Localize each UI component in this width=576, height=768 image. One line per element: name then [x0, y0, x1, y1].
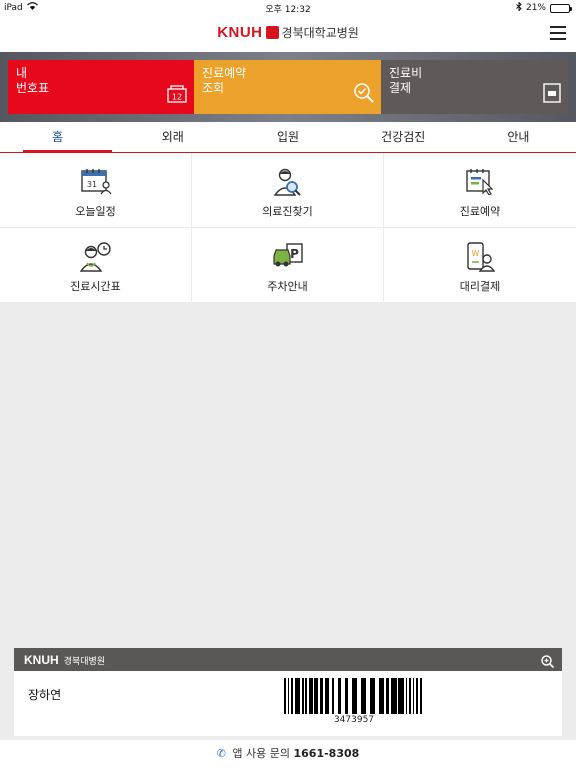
- tab-outpatient[interactable]: 외래: [115, 122, 230, 152]
- menu-label: 오늘일정: [75, 205, 116, 218]
- card-brand: KNUH 경북대병원: [24, 653, 105, 667]
- logo-ko: 경북대학교병원: [281, 26, 359, 40]
- tile-label-line1: 내: [16, 66, 28, 80]
- mobile-pay-icon: W: [465, 242, 496, 276]
- zoom-in-icon[interactable]: [541, 653, 555, 672]
- quick-menu-banner: 내 번호표 12 진료예약 조회 진료비 결제: [0, 52, 576, 122]
- card-brand-ko: 경북대병원: [63, 656, 106, 667]
- card-brand-en: KNUH: [24, 653, 59, 667]
- phone-icon: ✆: [216, 747, 226, 760]
- parking-car-icon: P: [272, 242, 304, 274]
- support-phone[interactable]: 1661-8308: [294, 747, 360, 760]
- status-bar: iPad 오후 12:32 21%: [0, 0, 576, 16]
- battery-icon: [550, 3, 572, 13]
- menu-label: 진료시간표: [70, 280, 121, 293]
- clock: 오후 12:32: [265, 5, 311, 15]
- tile-reservation-check[interactable]: 진료예약 조회: [194, 60, 381, 114]
- svg-text:31: 31: [86, 180, 96, 189]
- svg-text:P: P: [290, 247, 299, 261]
- support-footer[interactable]: ✆ 앱 사용 문의 1661-8308: [0, 740, 576, 768]
- menu-reservation[interactable]: 진료예약: [384, 153, 576, 228]
- tile-label-line2: 번호표: [16, 81, 50, 95]
- search-check-icon: [353, 82, 375, 108]
- main-tabs: 홈 외래 입원 건강검진 안내: [0, 122, 576, 153]
- tile-label-line1: 진료비: [389, 66, 423, 80]
- tile-payment[interactable]: 진료비 결제: [381, 60, 568, 114]
- reservation-icon: [465, 167, 495, 199]
- patient-name: 장하연: [28, 688, 62, 702]
- hamburger-menu-icon[interactable]: [550, 26, 566, 40]
- menu-label: 의료진찾기: [262, 205, 313, 218]
- battery-percent: 21%: [525, 3, 546, 13]
- tab-guide[interactable]: 안내: [461, 122, 576, 152]
- ticket-number-icon: 12: [166, 84, 188, 108]
- menu-label: 대리결제: [459, 280, 501, 293]
- menu-parking[interactable]: P 주차안내: [192, 228, 384, 303]
- home-menu-grid: 31 오늘일정 의료진찾기 진료예약 진료시간표 P 주차안내 W 대리결제: [0, 153, 576, 303]
- tile-label-line2: 결제: [389, 81, 412, 95]
- tab-home[interactable]: 홈: [0, 122, 115, 153]
- calendar-icon: 31: [80, 167, 112, 199]
- tile-label-line1: 진료예약: [202, 66, 247, 80]
- tab-health-checkup[interactable]: 건강검진: [346, 122, 461, 152]
- barcode-bars: [284, 678, 424, 714]
- menu-doctor-timetable[interactable]: 진료시간표: [0, 228, 192, 303]
- menu-find-doctor[interactable]: 의료진찾기: [192, 153, 384, 228]
- tab-inpatient[interactable]: 입원: [230, 122, 345, 152]
- tile-my-ticket[interactable]: 내 번호표 12: [8, 60, 194, 114]
- doctor-search-icon: [273, 167, 303, 201]
- hospital-seal-icon: [265, 26, 279, 39]
- barcode-bar: [422, 678, 424, 714]
- patient-barcode: 3473957: [284, 678, 424, 725]
- payment-card-icon: [542, 82, 562, 108]
- app-header: KNUH 경북대학교병원: [0, 16, 576, 52]
- menu-proxy-payment[interactable]: W 대리결제: [384, 228, 576, 303]
- menu-label: 주차안내: [267, 280, 308, 293]
- support-label: 앱 사용 문의: [232, 747, 290, 760]
- svg-text:12: 12: [172, 93, 182, 102]
- hospital-logo[interactable]: KNUH 경북대학교병원: [0, 24, 576, 41]
- menu-label: 진료예약: [459, 205, 501, 218]
- doctor-clock-icon: [79, 242, 112, 276]
- card-header: KNUH 경북대병원: [14, 648, 562, 671]
- logo-en: KNUH: [217, 24, 263, 41]
- patient-card[interactable]: KNUH 경북대병원 장하연 3473957: [14, 648, 562, 736]
- svg-text:W: W: [472, 249, 480, 258]
- tile-label-line2: 조회: [202, 81, 225, 95]
- menu-today-schedule[interactable]: 31 오늘일정: [0, 153, 192, 228]
- bluetooth-icon: [516, 1, 522, 14]
- barcode-number: 3473957: [333, 715, 375, 725]
